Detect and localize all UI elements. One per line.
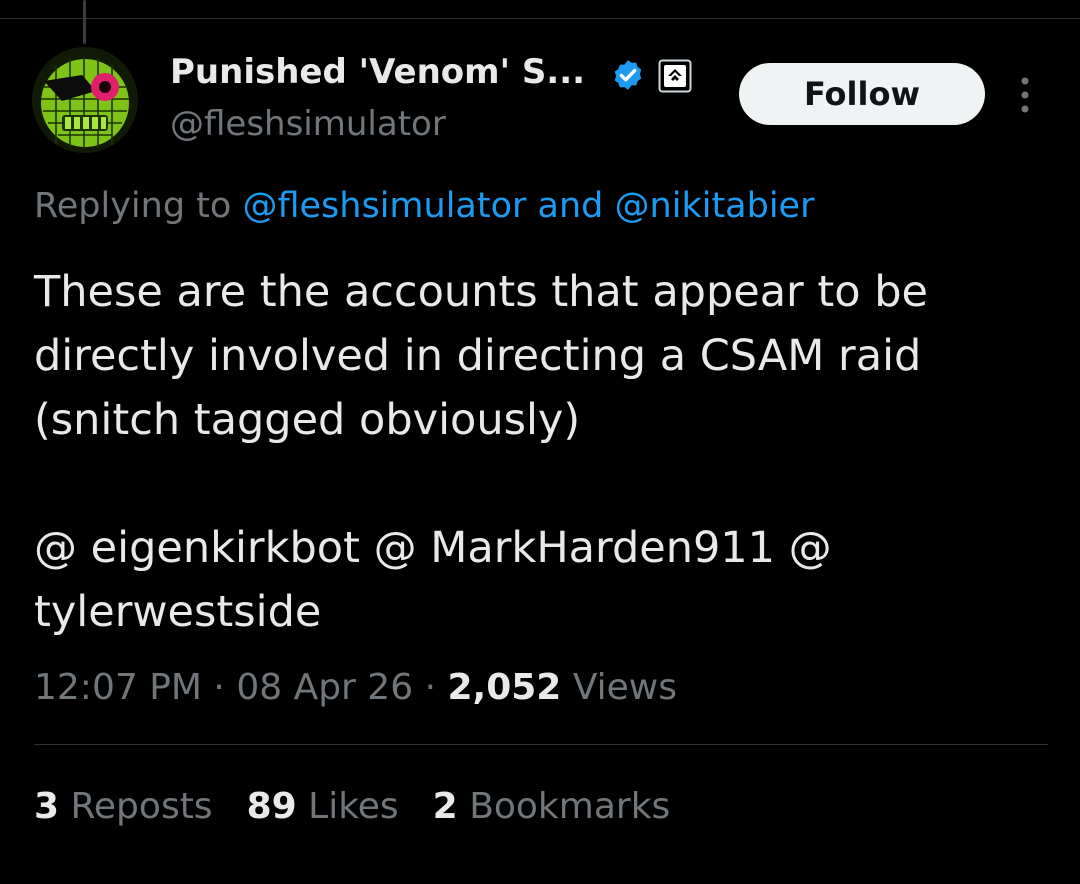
avatar[interactable] bbox=[32, 47, 138, 153]
tweet-text-line: tylerwestside bbox=[34, 587, 322, 637]
reposts-stat[interactable]: 3 Reposts bbox=[34, 786, 213, 827]
reply-conjunction: and bbox=[537, 186, 604, 226]
tweet-text-line: These are the accounts that appear to be bbox=[34, 267, 928, 317]
views-count: 2,052 bbox=[447, 667, 562, 708]
reposts-label: Reposts bbox=[70, 786, 213, 827]
likes-stat[interactable]: 89 Likes bbox=[247, 786, 399, 827]
tweet-date[interactable]: 08 Apr 26 bbox=[236, 667, 413, 708]
views-label: Views bbox=[572, 667, 677, 708]
top-divider bbox=[0, 18, 1080, 19]
tweet-text-line: directly involved in directing a CSAM ra… bbox=[34, 331, 922, 381]
verified-badge-icon[interactable] bbox=[611, 58, 645, 92]
tweet-time[interactable]: 12:07 PM bbox=[34, 667, 202, 708]
replying-to-prefix: Replying to bbox=[34, 186, 232, 226]
affiliate-badge-icon[interactable] bbox=[658, 59, 692, 93]
thread-connector-line bbox=[83, 0, 86, 44]
reply-mention-fleshsimulator[interactable]: @fleshsimulator bbox=[242, 186, 526, 226]
meta-separator: · bbox=[213, 667, 225, 708]
likes-label: Likes bbox=[308, 786, 399, 827]
reposts-count: 3 bbox=[34, 786, 60, 827]
stats-divider bbox=[34, 744, 1048, 745]
engagement-stats: 3 Reposts 89 Likes 2 Bookmarks bbox=[34, 786, 670, 827]
tweet-metadata: 12:07 PM · 08 Apr 26 · 2,052 Views bbox=[34, 667, 677, 708]
author-display-name[interactable]: Punished 'Venom' S... bbox=[170, 52, 585, 92]
author-handle[interactable]: @fleshsimulator bbox=[170, 104, 446, 144]
bookmarks-stat[interactable]: 2 Bookmarks bbox=[433, 786, 671, 827]
follow-button[interactable]: Follow bbox=[739, 63, 985, 125]
likes-count: 89 bbox=[246, 786, 297, 827]
bookmarks-label: Bookmarks bbox=[469, 786, 671, 827]
meta-separator: · bbox=[424, 667, 437, 708]
more-vertical-icon[interactable] bbox=[1013, 75, 1037, 115]
reply-mention-nikitabier[interactable]: @nikitabier bbox=[615, 186, 815, 226]
tweet-text-line: (snitch tagged obviously) bbox=[34, 395, 581, 445]
replying-to-line: Replying to @fleshsimulator and @nikitab… bbox=[34, 186, 814, 226]
bookmarks-count: 2 bbox=[432, 786, 458, 827]
tweet-text: These are the accounts that appear to be… bbox=[34, 260, 1044, 644]
tweet-text-line: @ eigenkirkbot @ MarkHarden911 @ bbox=[34, 523, 832, 573]
tweet-detail: Punished 'Venom' S... @fleshsimulator Fo… bbox=[0, 0, 1080, 884]
